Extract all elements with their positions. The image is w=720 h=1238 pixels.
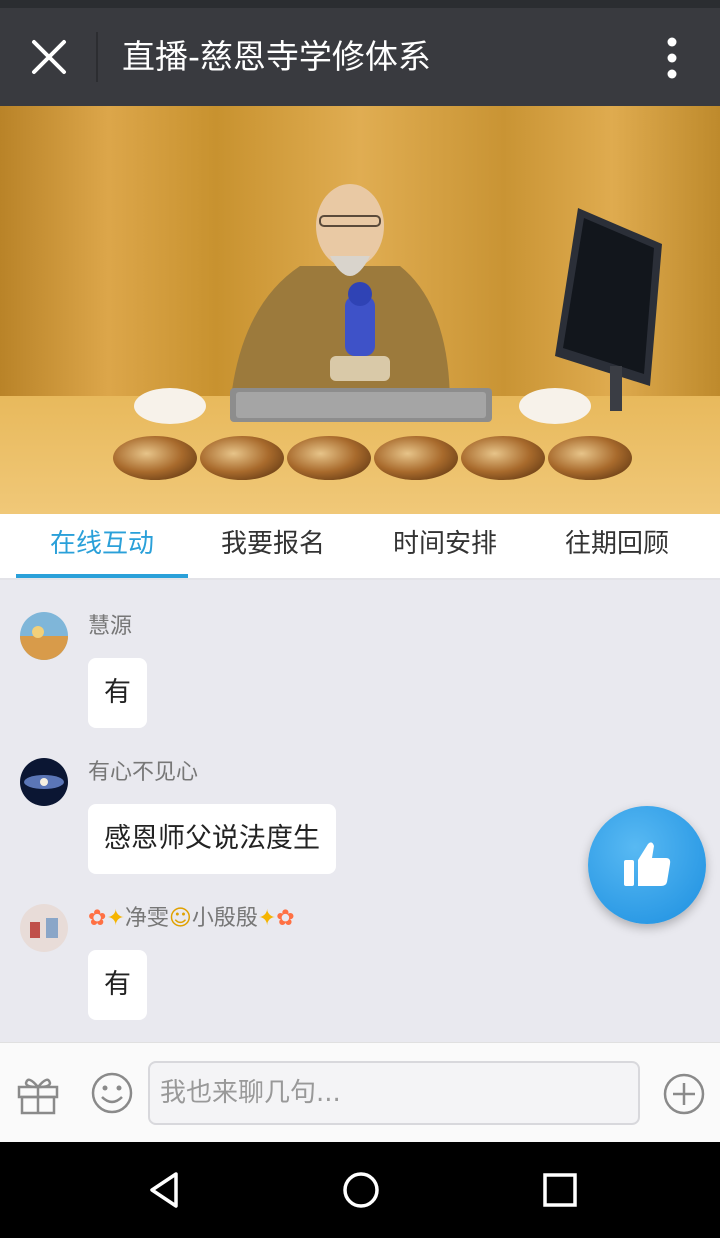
chat-input-bar: 我也来聊几句...	[0, 1042, 720, 1142]
message-bubble: 有	[88, 658, 147, 728]
status-bar	[0, 0, 720, 8]
flower-icon: ✿	[276, 906, 295, 931]
home-circle-icon	[343, 1172, 379, 1208]
tab-label: 我要报名	[220, 529, 325, 559]
tab-signup[interactable]: 我要报名	[187, 514, 359, 578]
emoji-button[interactable]	[90, 1071, 134, 1115]
like-button[interactable]	[588, 806, 706, 924]
tab-schedule[interactable]: 时间安排	[359, 514, 531, 578]
title-divider	[96, 32, 98, 82]
title-bar: 直播-慈恩寺学修体系	[0, 8, 720, 106]
username: 慧源	[88, 614, 133, 639]
add-button[interactable]	[662, 1072, 706, 1116]
message-bubble: 感恩师父说法度生	[88, 804, 336, 874]
video-frame	[0, 106, 720, 514]
active-tab-indicator	[16, 574, 188, 578]
smiley-icon	[91, 1072, 133, 1114]
sparkle-icon: ✦	[106, 906, 125, 931]
system-nav-bar	[0, 1142, 720, 1238]
username: 有心不见心	[88, 760, 199, 785]
avatar[interactable]	[20, 612, 68, 660]
emoji-icon: ☺	[168, 906, 192, 931]
message-bubble: 有	[88, 950, 147, 1020]
back-triangle-icon	[150, 1172, 178, 1208]
chat-list[interactable]: 慧源 有 有心不见心 感恩师父说法度生 ✿✦净雯☺小殷殷✦✿ 有	[0, 580, 720, 1042]
gift-icon	[17, 1078, 59, 1115]
nav-home-button[interactable]	[337, 1166, 385, 1214]
more-button[interactable]	[650, 30, 694, 86]
chat-input[interactable]: 我也来聊几句...	[148, 1061, 640, 1125]
tab-interaction[interactable]: 在线互动	[16, 514, 188, 578]
recents-square-icon	[543, 1173, 577, 1207]
username: ✿✦净雯☺小殷殷✦✿	[88, 906, 295, 931]
tab-label: 往期回顾	[564, 529, 669, 559]
page-title: 直播-慈恩寺学修体系	[122, 37, 431, 76]
nav-recents-button[interactable]	[536, 1166, 584, 1214]
avatar[interactable]	[20, 904, 68, 952]
live-video-player[interactable]	[0, 106, 720, 514]
tab-replay[interactable]: 往期回顾	[531, 514, 703, 578]
more-vertical-icon	[667, 37, 677, 79]
close-button[interactable]	[18, 26, 80, 88]
plus-circle-icon	[663, 1073, 705, 1115]
avatar[interactable]	[20, 758, 68, 806]
tab-label: 时间安排	[392, 529, 497, 559]
gift-button[interactable]	[14, 1069, 62, 1117]
flower-icon: ✿	[88, 906, 107, 931]
nav-back-button[interactable]	[140, 1166, 188, 1214]
tab-bar: 在线互动 我要报名 时间安排 往期回顾	[0, 514, 720, 580]
sparkle-icon: ✦	[257, 906, 277, 931]
thumbs-up-icon	[624, 842, 671, 886]
close-icon	[32, 40, 66, 74]
chat-input-placeholder: 我也来聊几句...	[160, 1078, 341, 1108]
tab-label: 在线互动	[49, 529, 154, 559]
